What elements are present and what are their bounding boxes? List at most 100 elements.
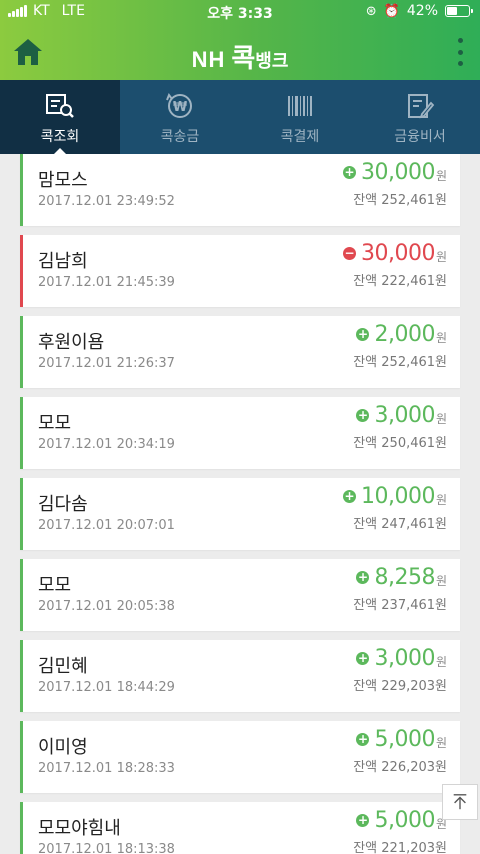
- currency-unit: 원: [435, 331, 447, 345]
- brand-logo: NH 콕뱅크: [191, 44, 289, 74]
- transaction-amount: +8,258 원: [356, 565, 447, 590]
- currency-unit: 원: [435, 250, 447, 264]
- balance-value: 247,461원: [381, 517, 447, 532]
- amount-value: 5,000: [374, 808, 435, 833]
- balance-prefix: 잔액: [353, 679, 378, 694]
- balance-prefix: 잔액: [353, 517, 378, 532]
- won-transfer-icon: ₩: [166, 92, 192, 118]
- balance-value: 229,203원: [381, 679, 447, 694]
- balance-value: 222,461원: [381, 274, 447, 289]
- currency-unit: 원: [435, 412, 447, 426]
- transaction-item[interactable]: 김다솜 2017.12.01 20:07:01 +10,000 원 잔액 247,461…: [20, 478, 460, 550]
- counterparty-name: 모모야힘내: [38, 818, 121, 839]
- counterparty-name: 맘모스: [38, 170, 88, 191]
- balance: 잔액 229,203원: [353, 675, 447, 694]
- currency-unit: 원: [435, 655, 447, 669]
- transaction-datetime: 2017.12.01 18:44:29: [38, 680, 175, 695]
- barcode-icon: [288, 96, 312, 116]
- balance: 잔액 237,461원: [353, 594, 447, 613]
- transaction-item[interactable]: 모모 2017.12.01 20:34:19 +3,000 원 잔액 250,461원: [20, 397, 460, 469]
- plus-circle-icon: +: [356, 813, 370, 827]
- transaction-datetime: 2017.12.01 18:28:33: [38, 761, 175, 776]
- tab-financial-assistant[interactable]: 금융비서: [360, 80, 480, 154]
- balance-value: 252,461원: [381, 193, 447, 208]
- status-bar: KT LTE 오후 3:33 ⊛ ⏰ 42%: [0, 0, 480, 24]
- transaction-item[interactable]: 김민혜 2017.12.01 18:44:29 +3,000 원잔액 229,203원: [20, 640, 460, 712]
- transaction-item[interactable]: 모모야힘내 2017.12.01 18:13:38 +5,000 원 잔액 221,20…: [20, 802, 460, 854]
- currency-unit: 원: [435, 169, 447, 183]
- alarm-icon: ⏰: [383, 3, 400, 19]
- balance-prefix: 잔액: [353, 760, 378, 775]
- tab-label: 콕송금: [160, 129, 200, 145]
- currency-unit: 원: [435, 493, 447, 507]
- minus-circle-icon: −: [342, 246, 356, 260]
- balance: 잔액 247,461원: [353, 513, 447, 532]
- balance-prefix: 잔액: [353, 274, 378, 289]
- balance: 잔액 250,461원: [353, 432, 447, 451]
- app-header: NH 콕뱅크: [0, 24, 480, 80]
- transaction-datetime: 2017.12.01 20:05:38: [38, 599, 175, 614]
- currency-unit: 원: [435, 736, 447, 750]
- transaction-item[interactable]: 김남희 2017.12.01 21:45:39 −30,000 원 잔액 222,461…: [20, 235, 460, 307]
- svg-text:₩: ₩: [173, 100, 188, 115]
- plus-circle-icon: +: [356, 732, 370, 746]
- tab-kok-inquiry[interactable]: 콕조회: [0, 80, 120, 155]
- balance-prefix: 잔액: [353, 598, 378, 613]
- counterparty-name: 모모: [38, 575, 72, 596]
- amount-value: 30,000: [360, 241, 435, 266]
- balance-value: 221,203원: [381, 841, 447, 854]
- tab-label: 콕결제: [280, 129, 320, 145]
- transaction-amount: +3,000 원: [356, 403, 447, 428]
- counterparty-name: 후원이욤: [38, 332, 105, 353]
- tab-kok-payment[interactable]: 콕결제: [240, 80, 360, 154]
- transaction-item[interactable]: 이미영 2017.12.01 18:28:33 +5,000 원잔액 226,203원: [20, 721, 460, 793]
- balance-value: 226,203원: [381, 760, 447, 775]
- tab-label: 콕조회: [40, 129, 80, 145]
- balance-value: 252,461원: [381, 355, 447, 370]
- plus-circle-icon: +: [342, 489, 356, 503]
- balance: 잔액 252,461원: [353, 189, 447, 208]
- note-pencil-icon: [408, 94, 435, 119]
- transaction-amount: +10,000 원: [342, 484, 447, 509]
- balance: 잔액 221,203원: [353, 837, 447, 854]
- counterparty-name: 이미영: [38, 737, 88, 758]
- more-menu-button[interactable]: [454, 38, 466, 66]
- amount-value: 8,258: [374, 565, 435, 590]
- balance: 잔액 222,461원: [353, 270, 447, 289]
- counterparty-name: 김다솜: [38, 494, 88, 515]
- tab-kok-transfer[interactable]: ₩ 콕송금: [120, 80, 240, 154]
- amount-value: 3,000: [374, 646, 435, 671]
- plus-circle-icon: +: [356, 570, 370, 584]
- transaction-datetime: 2017.12.01 20:34:19: [38, 437, 175, 452]
- transaction-item[interactable]: 모모 2017.12.01 20:05:38 +8,258 원잔액 237,461원: [20, 559, 460, 631]
- transaction-amount: +3,000 원: [356, 646, 447, 671]
- balance: 잔액 252,461원: [353, 351, 447, 370]
- balance-prefix: 잔액: [353, 193, 378, 208]
- scroll-top-button[interactable]: [442, 784, 478, 820]
- balance-value: 237,461원: [381, 598, 447, 613]
- plus-circle-icon: +: [356, 327, 370, 341]
- plus-circle-icon: +: [356, 651, 370, 665]
- transaction-amount: −30,000 원: [342, 241, 447, 266]
- amount-value: 3,000: [374, 403, 435, 428]
- plus-circle-icon: +: [356, 408, 370, 422]
- amount-value: 10,000: [360, 484, 435, 509]
- counterparty-name: 김민혜: [38, 656, 88, 677]
- balance-prefix: 잔액: [353, 841, 378, 854]
- transaction-amount: +2,000 원: [356, 322, 447, 347]
- transaction-item[interactable]: 맘모스 2017.12.01 23:49:52 +30,000 원 잔액 252,461…: [20, 154, 460, 226]
- amount-value: 2,000: [374, 322, 435, 347]
- transaction-item[interactable]: 후원이욤 2017.12.01 21:26:37 +2,000 원잔액 252,461…: [20, 316, 460, 388]
- counterparty-name: 김남희: [38, 251, 88, 272]
- amount-value: 30,000: [360, 160, 435, 185]
- search-list-icon: [46, 94, 74, 118]
- tab-bar: 콕조회 ₩ 콕송금 콕결제 금융비서: [0, 80, 480, 155]
- transaction-datetime: 2017.12.01 21:26:37: [38, 356, 175, 371]
- transaction-amount: +5,000 원: [356, 727, 447, 752]
- transaction-amount: +5,000 원: [356, 808, 447, 833]
- arrow-up-to-top-icon: [453, 794, 467, 810]
- status-right: ⊛ ⏰ 42%: [366, 3, 473, 19]
- transaction-amount: +30,000 원: [342, 160, 447, 185]
- balance: 잔액 226,203원: [353, 756, 447, 775]
- battery-percent: 42%: [406, 3, 438, 19]
